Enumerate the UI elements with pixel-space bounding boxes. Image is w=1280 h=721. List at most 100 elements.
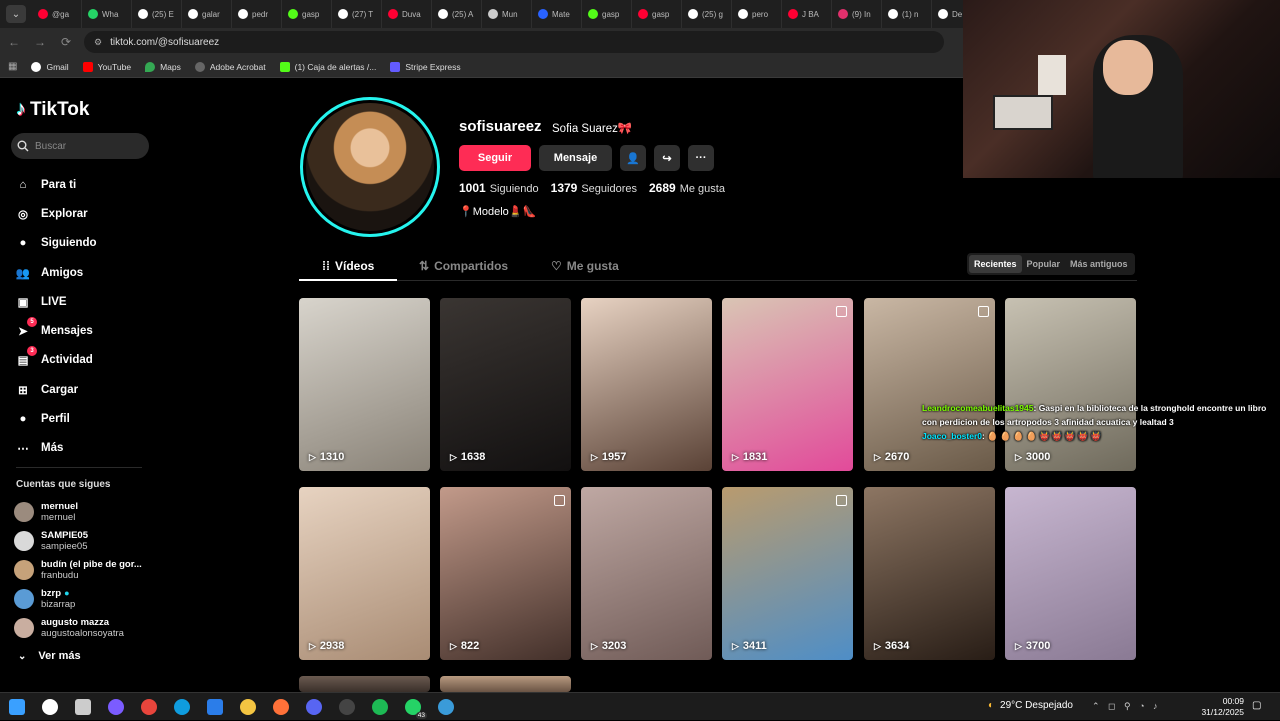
bookmark-adobe[interactable]: Adobe Acrobat (194, 61, 266, 72)
browser-tab[interactable]: pero (732, 0, 782, 28)
tab-videos[interactable]: ⁞⁞ Vídeos (322, 259, 374, 273)
sidebar-item-para-ti[interactable]: ⌂ Para ti (14, 170, 154, 199)
site-info-icon[interactable]: ⚙ (94, 37, 102, 48)
following-stat[interactable]: 1001 Siguiendo (459, 181, 539, 195)
search-input[interactable] (35, 140, 135, 152)
video-card[interactable]: ▷ 1310 (299, 298, 430, 471)
video-card[interactable]: ▷ 1831 (722, 298, 853, 471)
view-count: ▷ 3634 (874, 640, 910, 652)
sidebar-item-perfil[interactable]: ● Perfil (14, 404, 154, 433)
sidebar-item-live[interactable]: ▣ LIVE (14, 287, 154, 316)
browser-tab[interactable]: Duva (382, 0, 432, 28)
video-card[interactable]: ▷ 3411 (722, 487, 853, 660)
followed-account[interactable]: budín (el pibe de gor... franbudu (14, 555, 154, 584)
video-card[interactable]: ▷ 3000 (1005, 298, 1136, 471)
apps-icon[interactable]: ▦ (8, 61, 17, 72)
video-card-partial[interactable] (299, 676, 430, 692)
video-card-partial[interactable] (440, 676, 571, 692)
browser-tab[interactable]: @ga (32, 0, 82, 28)
more-options-button[interactable]: ··· (688, 145, 714, 171)
followed-account[interactable]: bzrp ● bizarrap (14, 584, 154, 613)
followed-account[interactable]: mernuel mernuel (14, 497, 154, 526)
clock[interactable]: 00:09 31/12/2025 (1196, 696, 1244, 718)
browser-tab[interactable]: Wha (82, 0, 132, 28)
app-taskbar-button[interactable] (429, 693, 462, 721)
bookmark-gmail[interactable]: Gmail (31, 61, 69, 72)
see-more-button[interactable]: ⌄ Ver más (18, 650, 81, 662)
notification-badge: 3 (27, 346, 37, 357)
task-view-taskbar-button[interactable] (66, 693, 99, 721)
reload-button[interactable]: ⟳ (54, 30, 78, 54)
copilot-taskbar-button[interactable] (99, 693, 132, 721)
sidebar-item-siguiendo[interactable]: ● Siguiendo (14, 229, 154, 258)
chrome-taskbar-button[interactable] (132, 693, 165, 721)
followed-account[interactable]: SAMPIE05 sampiee05 (14, 526, 154, 555)
browser-tab[interactable]: Mate (532, 0, 582, 28)
video-card[interactable]: ▷ 1638 (440, 298, 571, 471)
browser-tab[interactable]: (9) In (832, 0, 882, 28)
forward-button[interactable]: → (28, 30, 52, 54)
message-button[interactable]: Mensaje (539, 145, 612, 171)
sort-recent[interactable]: Recientes (969, 255, 1022, 273)
firefox-taskbar-button[interactable] (264, 693, 297, 721)
followed-account[interactable]: augusto mazza augustoalonsoyatra (14, 613, 154, 642)
back-button[interactable]: ← (2, 30, 26, 54)
browser-tab[interactable]: (27) T (332, 0, 382, 28)
browser-tab[interactable]: (1) n (882, 0, 932, 28)
edge-taskbar-button[interactable] (165, 693, 198, 721)
video-card[interactable]: ▷ 2938 (299, 487, 430, 660)
tab-liked[interactable]: ♡ Me gusta (551, 259, 619, 273)
video-card[interactable]: ▷ 3634 (864, 487, 995, 660)
sidebar-item-amigos[interactable]: 👥 Amigos (14, 258, 154, 287)
video-card[interactable]: ▷ 1957 (581, 298, 712, 471)
tab-search-button[interactable]: ⌄ (6, 5, 26, 23)
discord-taskbar-button[interactable] (297, 693, 330, 721)
suggested-accounts-button[interactable]: 👤 (620, 145, 646, 171)
sort-popular[interactable]: Popular (1022, 255, 1066, 273)
weather-widget[interactable]: ◐ 29°C Despejado (988, 700, 1073, 711)
sort-oldest[interactable]: Más antiguos (1065, 255, 1133, 273)
browser-tab[interactable]: (25) g (682, 0, 732, 28)
browser-tab[interactable]: (25) A (432, 0, 482, 28)
notifications-icon[interactable]: ▢ (1252, 700, 1261, 711)
profile-bio: 📍Modelo💄👠 (459, 206, 537, 218)
followers-stat[interactable]: 1379 Seguidores (551, 181, 637, 195)
profile-avatar[interactable] (300, 97, 440, 237)
tab-favicon-icon (738, 9, 748, 19)
bookmark-youtube[interactable]: YouTube (82, 61, 131, 72)
play-icon: ▷ (591, 451, 598, 462)
browser-tab[interactable]: pedr (232, 0, 282, 28)
browser-tab[interactable]: (25) E (132, 0, 182, 28)
whatsapp-taskbar-button[interactable]: 43 (396, 693, 429, 721)
browser-tab[interactable]: gasp (632, 0, 682, 28)
tiktok-logo[interactable]: ♪ TikTok (16, 98, 89, 121)
sidebar-item-explorar[interactable]: ◎ Explorar (14, 199, 154, 228)
browser-tab[interactable]: Mun (482, 0, 532, 28)
video-card[interactable]: ▷ 3700 (1005, 487, 1136, 660)
search-taskbar-button[interactable] (33, 693, 66, 721)
store-taskbar-button[interactable] (198, 693, 231, 721)
bookmark-alerts[interactable]: (1) Caja de alertas /... (279, 61, 376, 72)
bookmark-stripe[interactable]: Stripe Express (390, 61, 461, 72)
tab-shared[interactable]: ⇅ Compartidos (419, 259, 508, 273)
browser-tab[interactable]: J BA (782, 0, 832, 28)
spotify-taskbar-button[interactable] (363, 693, 396, 721)
browser-tab[interactable]: gasp (282, 0, 332, 28)
sidebar-item-cargar[interactable]: ⊞ Cargar (14, 375, 154, 404)
browser-tab[interactable]: gasp (582, 0, 632, 28)
file-explorer-taskbar-button[interactable] (231, 693, 264, 721)
obs-taskbar-button[interactable] (330, 693, 363, 721)
video-card[interactable]: ▷ 3203 (581, 487, 712, 660)
url-field[interactable]: ⚙ tiktok.com/@sofisuareez (84, 31, 944, 53)
video-card[interactable]: ▷ 822 (440, 487, 571, 660)
follow-button[interactable]: Seguir (459, 145, 531, 171)
windows-start-taskbar-button[interactable] (0, 693, 33, 721)
bookmark-maps[interactable]: Maps (145, 61, 181, 72)
sidebar-item-actividad[interactable]: ▤ 3 Actividad (14, 346, 154, 375)
task-view-icon (74, 699, 91, 715)
browser-tab[interactable]: galar (182, 0, 232, 28)
sidebar-item-mensajes[interactable]: ➤ 5 Mensajes (14, 316, 154, 345)
sidebar-item-más[interactable]: ⋯ Más (14, 434, 154, 463)
video-card[interactable]: ▷ 2670 (864, 298, 995, 471)
share-button[interactable]: ↪ (654, 145, 680, 171)
